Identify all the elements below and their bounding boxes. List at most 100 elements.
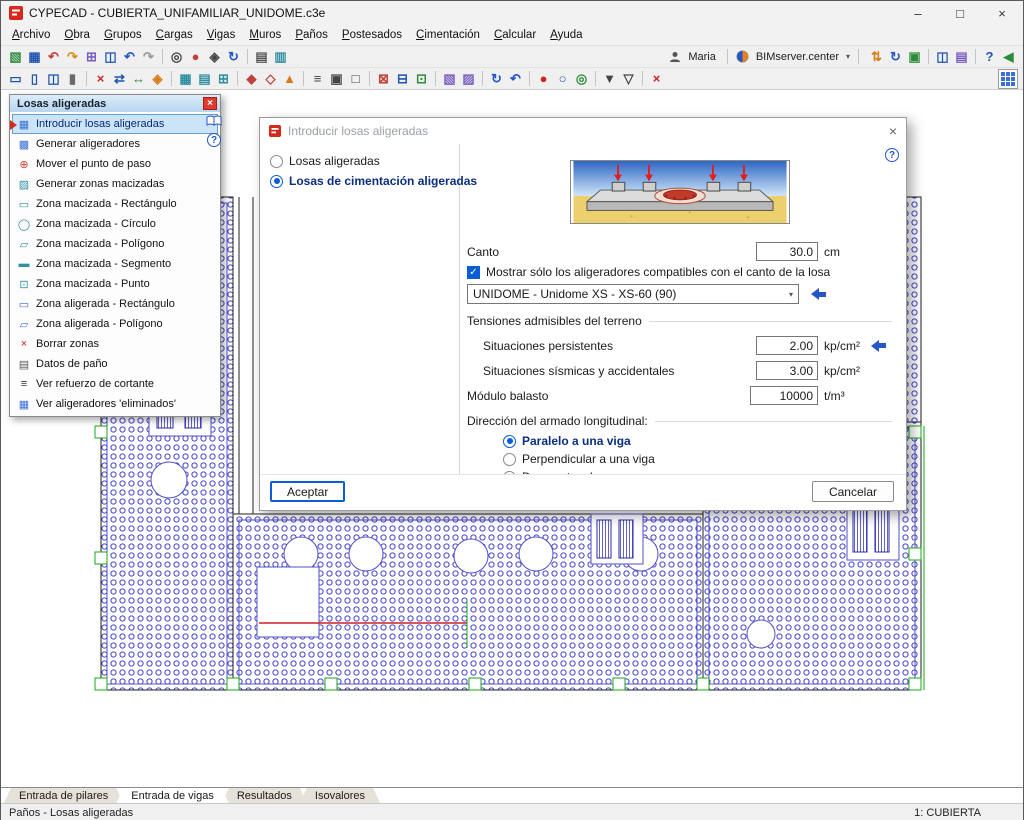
redraw-icon[interactable]: ↻ — [224, 48, 243, 66]
column-outline-icon[interactable]: ◇ — [261, 70, 280, 88]
target-icon[interactable]: ◎ — [572, 70, 591, 88]
insert-beam-icon[interactable]: ▭ — [6, 70, 25, 88]
window-layout-grid-icon[interactable] — [998, 69, 1018, 89]
dialog-close-button[interactable]: × — [889, 123, 897, 139]
layers-icon[interactable]: ▥ — [271, 48, 290, 66]
menu-cimentaci-n[interactable]: Cimentación — [409, 27, 487, 43]
window-icon[interactable]: ◫ — [933, 48, 952, 66]
palette-item-zona-aligerada-pol-gono[interactable]: ▱Zona aligerada - Polígono — [12, 314, 218, 334]
book-help-icon[interactable] — [206, 115, 222, 127]
palette-item-zona-macizada-rect-ngulo[interactable]: ▭Zona macizada - Rectángulo — [12, 194, 218, 214]
palette-item-zona-macizada-segmento[interactable]: ▬Zona macizada - Segmento — [12, 254, 218, 274]
red-point-icon[interactable]: ● — [534, 70, 553, 88]
sync-icon[interactable]: ⇅ — [867, 48, 886, 66]
undo-modification-icon[interactable]: ↶ — [44, 48, 63, 66]
blue-point-icon[interactable]: ○ — [553, 70, 572, 88]
empty-view-icon[interactable]: □ — [346, 70, 365, 88]
menu-postesados[interactable]: Postesados — [335, 27, 409, 43]
palette-help-icon[interactable]: ? — [207, 133, 221, 147]
palette-item-zona-macizada-c-rculo[interactable]: ◯Zona macizada - Círculo — [12, 214, 218, 234]
export-icon[interactable]: ▣ — [905, 48, 924, 66]
bimserver-button[interactable]: BIMserver.center — [756, 51, 839, 63]
tables-icon[interactable]: ⊞ — [82, 48, 101, 66]
stretch-icon[interactable]: ↔ — [129, 70, 148, 88]
menu-calcular[interactable]: Calcular — [487, 27, 543, 43]
menu-grupos[interactable]: Grupos — [97, 27, 149, 43]
move-icon[interactable]: ⇄ — [110, 70, 129, 88]
column-icon[interactable]: ◆ — [242, 70, 261, 88]
report-icon[interactable]: ▣ — [327, 70, 346, 88]
maximize-button[interactable]: □ — [939, 1, 981, 25]
down-outline-icon[interactable]: ▽ — [619, 70, 638, 88]
titlebar[interactable]: CYPECAD - CUBIERTA_UNIFAMILIAR_UNIDOME.c… — [1, 1, 1023, 25]
tab-isovalores[interactable]: Isovalores — [300, 788, 380, 803]
menu-cargas[interactable]: Cargas — [149, 27, 200, 43]
checkbox-checked-icon[interactable]: ✓ — [467, 266, 480, 279]
balasto-input[interactable]: 10000 — [750, 386, 818, 405]
list-icon[interactable]: ≡ — [308, 70, 327, 88]
accept-button[interactable]: Aceptar — [270, 481, 345, 502]
palette-item-generar-aligeradores[interactable]: ▩Generar aligeradores — [12, 134, 218, 154]
zoom-all-icon[interactable]: ● — [186, 48, 205, 66]
radio-perpendicular-a-una-viga[interactable]: Perpendicular a una viga — [503, 452, 892, 466]
slab-grid-icon[interactable]: ▦ — [176, 70, 195, 88]
dialog-titlebar[interactable]: Introducir losas aligeradas × — [260, 118, 906, 144]
palette-item-ver-aligeradores-eliminados[interactable]: ▦Ver aligeradores 'eliminados' — [12, 394, 218, 414]
palette-item-introducir-losas-aligeradas[interactable]: ▦Introducir losas aligeradas — [12, 114, 218, 134]
tab-entrada-de-vigas[interactable]: Entrada de vigas — [116, 788, 229, 803]
delete-icon[interactable]: × — [91, 70, 110, 88]
save-icon[interactable]: ▦ — [25, 48, 44, 66]
help-icon[interactable]: ? — [980, 48, 999, 66]
undo-icon[interactable]: ↶ — [120, 48, 139, 66]
chevron-down-icon[interactable]: ▾ — [846, 52, 850, 61]
insert-wall-icon[interactable]: ▯ — [25, 70, 44, 88]
menu-archivo[interactable]: Archivo — [5, 27, 57, 43]
down-icon[interactable]: ▼ — [600, 70, 619, 88]
menu-muros[interactable]: Muros — [242, 27, 288, 43]
palette-item-zona-macizada-pol-gono[interactable]: ▱Zona macizada - Polígono — [12, 234, 218, 254]
pan-icon[interactable]: ◈ — [205, 48, 224, 66]
hatch-b-icon[interactable]: ▨ — [459, 70, 478, 88]
views-icon[interactable]: ◫ — [101, 48, 120, 66]
compat-checkbox-row[interactable]: ✓ Mostrar sólo los aligeradores compatib… — [467, 265, 892, 279]
cancel-button[interactable]: Cancelar — [812, 481, 894, 502]
refresh-icon[interactable]: ↻ — [487, 70, 506, 88]
tab-entrada-de-pilares[interactable]: Entrada de pilares — [4, 788, 123, 803]
palette-item-mover-el-punto-de-paso[interactable]: ⊕Mover el punto de paso — [12, 154, 218, 174]
palette-item-zona-macizada-punto[interactable]: ⊡Zona macizada - Punto — [12, 274, 218, 294]
rotate-icon[interactable]: ◈ — [148, 70, 167, 88]
minimize-button[interactable]: – — [897, 1, 939, 25]
user-name[interactable]: Maria — [688, 51, 716, 63]
canto-input[interactable]: 30.0 — [756, 242, 818, 261]
palette-titlebar[interactable]: Losas aligeradas × — [10, 95, 220, 112]
palette-item-datos-de-pa-o[interactable]: ▤Datos de paño — [12, 354, 218, 374]
palette-item-zona-aligerada-rect-ngulo[interactable]: ▭Zona aligerada - Rectángulo — [12, 294, 218, 314]
radio-losas-de-cimentaci-n-aligeradas[interactable]: Losas de cimentación aligeradas — [270, 174, 449, 188]
import-value-arrow-icon[interactable] — [871, 340, 887, 352]
menu-ayuda[interactable]: Ayuda — [543, 27, 589, 43]
close-button[interactable]: × — [981, 1, 1023, 25]
value-input[interactable]: 3.00 — [756, 361, 818, 380]
palette-close-button[interactable]: × — [203, 97, 217, 110]
radio-paralelo-a-una-viga[interactable]: Paralelo a una viga — [503, 434, 892, 448]
exit-icon[interactable]: ◀ — [999, 48, 1018, 66]
menu-vigas[interactable]: Vigas — [200, 27, 243, 43]
import-catalog-arrow-icon[interactable] — [811, 288, 827, 300]
palette-item-generar-zonas-macizadas[interactable]: ▨Generar zonas macizadas — [12, 174, 218, 194]
update-icon[interactable]: ↻ — [886, 48, 905, 66]
solid-beam-icon[interactable]: ▮ — [63, 70, 82, 88]
slab-data-icon[interactable]: ▤ — [195, 70, 214, 88]
erase-zone-icon[interactable]: ⊠ — [374, 70, 393, 88]
tab-resultados[interactable]: Resultados — [222, 788, 307, 803]
job-data-icon[interactable]: ▧ — [6, 48, 25, 66]
previous-icon[interactable]: ↶ — [506, 70, 525, 88]
palette-item-ver-refuerzo-de-cortante[interactable]: ≡Ver refuerzo de cortante — [12, 374, 218, 394]
zoom-window-icon[interactable]: ◎ — [167, 48, 186, 66]
level-icon[interactable]: ▲ — [280, 70, 299, 88]
slab-add-icon[interactable]: ⊞ — [214, 70, 233, 88]
point-zone-icon[interactable]: ⊡ — [412, 70, 431, 88]
value-input[interactable]: 2.00 — [756, 336, 818, 355]
reduce-zone-icon[interactable]: ⊟ — [393, 70, 412, 88]
print-icon[interactable]: ▤ — [252, 48, 271, 66]
aligerador-select[interactable]: UNIDOME - Unidome XS - XS-60 (90) ▾ — [467, 284, 799, 304]
